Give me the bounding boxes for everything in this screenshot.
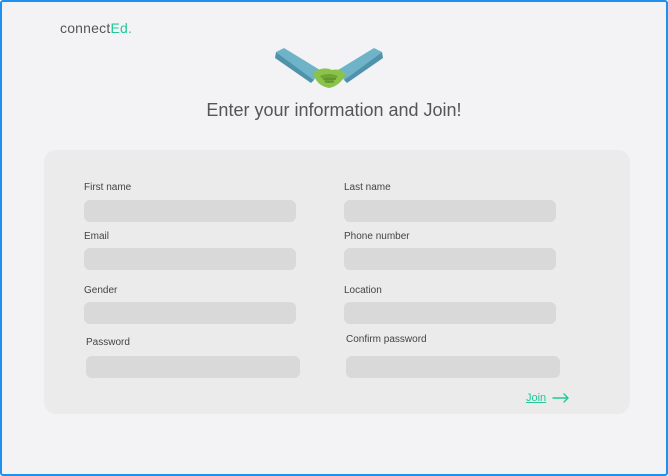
- location-label: Location: [344, 285, 382, 296]
- first-name-input[interactable]: [84, 200, 296, 222]
- confirm-password-input[interactable]: [346, 356, 560, 378]
- brand-name-prefix: connect: [60, 20, 111, 36]
- first-name-label: First name: [84, 182, 132, 193]
- join-label: Join: [526, 392, 547, 404]
- brand-logo: connectEd.: [60, 20, 132, 36]
- signup-form: First name Last name Email Phone number …: [44, 150, 630, 414]
- arrow-right-icon: [552, 393, 570, 403]
- join-button[interactable]: Join: [526, 392, 570, 404]
- last-name-input[interactable]: [344, 200, 556, 222]
- phone-label: Phone number: [344, 231, 410, 242]
- signup-window: connectEd. Enter your information and Jo…: [0, 0, 668, 476]
- phone-input[interactable]: [344, 248, 556, 270]
- email-input[interactable]: [84, 248, 296, 270]
- brand-name-suffix: Ed.: [110, 20, 133, 36]
- password-label: Password: [86, 337, 130, 348]
- last-name-label: Last name: [344, 182, 391, 193]
- handshake-icon: [274, 46, 384, 94]
- location-input[interactable]: [344, 302, 556, 324]
- email-label: Email: [84, 231, 110, 242]
- page-title: Enter your information and Join!: [206, 100, 462, 120]
- confirm-password-label: Confirm password: [346, 334, 427, 345]
- gender-label: Gender: [84, 285, 118, 296]
- gender-input[interactable]: [84, 302, 296, 324]
- password-input[interactable]: [86, 356, 300, 378]
